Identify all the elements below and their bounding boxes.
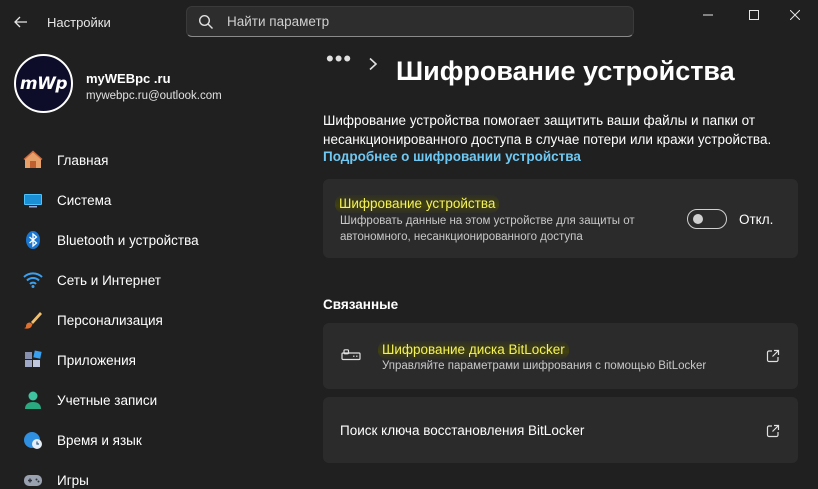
sidebar-item-label: Система (57, 192, 112, 208)
device-encryption-card: Шифрование устройства Шифровать данные н… (323, 179, 798, 258)
sidebar-item-label: Сеть и Интернет (57, 272, 161, 288)
app-title: Настройки (47, 15, 111, 30)
sidebar-item-time-language[interactable]: Время и язык (0, 420, 300, 460)
sidebar-item-label: Bluetooth и устройства (57, 232, 199, 248)
sidebar-item-label: Учетные записи (57, 392, 158, 408)
brush-icon (23, 310, 43, 330)
external-link-icon (766, 424, 780, 438)
account-icon (23, 390, 43, 410)
recovery-key-title: Поиск ключа восстановления BitLocker (340, 423, 585, 438)
page-title: Шифрование устройства (396, 56, 735, 86)
learn-more-link[interactable]: Подробнее о шифровании устройства (323, 149, 581, 164)
bluetooth-icon (23, 230, 43, 250)
close-button[interactable] (772, 0, 818, 30)
gamepad-icon (23, 470, 43, 489)
bitlocker-title-highlight: Шифрование диска BitLocker (378, 341, 569, 359)
maximize-icon (749, 10, 759, 20)
bitlocker-card[interactable]: Шифрование диска BitLocker Управляйте па… (323, 323, 798, 389)
breadcrumb: ••• (326, 46, 378, 72)
minimize-icon (703, 14, 713, 16)
sidebar-item-label: Время и язык (57, 432, 142, 448)
sidebar-item-accounts[interactable]: Учетные записи (0, 380, 300, 420)
sidebar-item-system[interactable]: Система (0, 180, 300, 220)
home-icon (23, 150, 43, 170)
avatar-logo-text: mWp (19, 73, 68, 94)
close-icon (790, 10, 800, 20)
sidebar-item-label: Персонализация (57, 312, 163, 328)
sidebar-item-label: Главная (57, 152, 109, 168)
page-description: Шифрование устройства помогает защитить … (323, 113, 772, 147)
maximize-button[interactable] (731, 0, 777, 30)
sidebar-item-home[interactable]: Главная (0, 140, 300, 180)
bitlocker-title: Шифрование диска BitLocker (382, 342, 565, 357)
sidebar-item-label: Игры (57, 472, 89, 488)
bitlocker-subtitle: Управляйте параметрами шифрования с помо… (382, 360, 707, 372)
search-input[interactable] (227, 7, 622, 36)
search-icon (198, 14, 213, 29)
device-encryption-subtitle: Шифровать данные на этом устройстве для … (340, 215, 635, 243)
sidebar-item-label: Приложения (57, 352, 136, 368)
monitor-icon (23, 190, 43, 210)
bitlocker-key-icon (341, 349, 361, 361)
sidebar-nav: Главная Система Bluetooth и устройства С… (0, 140, 300, 489)
device-encryption-title-highlight: Шифрование устройства (335, 195, 500, 213)
title-bar: Настройки (0, 0, 818, 44)
clock-globe-icon (23, 430, 43, 450)
device-encryption-toggle[interactable] (687, 209, 727, 229)
apps-icon (23, 350, 43, 370)
user-email: mywebpc.ru@outlook.com (86, 90, 222, 102)
sidebar-item-bluetooth[interactable]: Bluetooth и устройства (0, 220, 300, 260)
toggle-knob (693, 214, 703, 224)
user-name: myWEBpc .ru (86, 71, 171, 86)
breadcrumb-more-button[interactable]: ••• (326, 46, 352, 72)
sidebar-item-gaming[interactable]: Игры (0, 460, 300, 489)
sidebar-item-network[interactable]: Сеть и Интернет (0, 260, 300, 300)
toggle-state-label: Откл. (739, 212, 774, 227)
device-encryption-title: Шифрование устройства (339, 196, 496, 211)
sidebar-item-personalization[interactable]: Персонализация (0, 300, 300, 340)
related-section-header: Связанные (323, 297, 399, 312)
avatar[interactable]: mWp (14, 54, 73, 113)
external-link-icon (766, 349, 780, 363)
chevron-right-icon (369, 57, 378, 71)
wifi-icon (23, 270, 43, 290)
search-box[interactable] (186, 6, 634, 37)
back-button[interactable] (10, 11, 32, 33)
arrow-left-icon (14, 16, 27, 28)
recovery-key-card[interactable]: Поиск ключа восстановления BitLocker (323, 397, 798, 463)
minimize-button[interactable] (685, 0, 731, 30)
sidebar-item-apps[interactable]: Приложения (0, 340, 300, 380)
